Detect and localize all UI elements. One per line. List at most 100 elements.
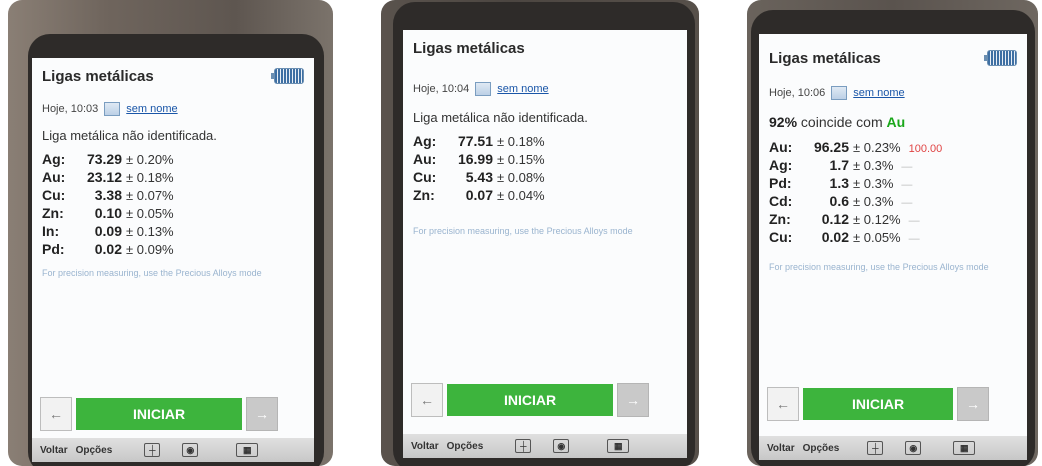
element-value: 16.99	[457, 151, 493, 167]
battery-icon	[271, 68, 304, 84]
composition-row: Cu: 0.02 ± 0.05% —	[769, 228, 942, 246]
bottom-toolbar: Voltar Opções ┼ ◉ ▦	[759, 436, 1027, 460]
composition-row: Au: 96.25 ± 0.23% 100.00	[769, 138, 942, 156]
measurement-time: Hoje, 10:06	[769, 87, 826, 99]
spectrum-thumbnail-icon[interactable]	[831, 86, 848, 100]
keyboard-icon[interactable]: ▦	[953, 441, 976, 455]
precision-note: For precision measuring, use the Preciou…	[42, 268, 262, 278]
alloy-status: Liga metálica não identificada.	[42, 128, 217, 143]
element-error: ± 0.3%	[853, 194, 894, 209]
next-arrow-button[interactable]: →	[617, 383, 649, 417]
element-symbol: Au:	[42, 169, 66, 185]
start-button[interactable]: INICIAR	[803, 388, 953, 420]
composition-row: Cu: 5.43 ± 0.08%	[413, 168, 545, 186]
spectrum-thumbnail-icon[interactable]	[475, 82, 492, 96]
composition-row: Ag: 73.29 ± 0.20%	[42, 150, 174, 168]
sample-name-link[interactable]: sem nome	[497, 83, 548, 95]
bottom-toolbar: Voltar Opções ┼ ◉ ▦	[32, 438, 314, 462]
element-symbol: Cd:	[769, 193, 793, 209]
element-error: ± 0.12%	[853, 212, 901, 227]
composition-row: Cd: 0.6 ± 0.3% —	[769, 192, 942, 210]
action-bar: ← INICIAR →	[40, 394, 278, 434]
element-value: 0.6	[829, 193, 849, 209]
precision-note: For precision measuring, use the Preciou…	[769, 262, 989, 272]
element-error: ± 0.05%	[126, 206, 174, 221]
element-symbol: Pd:	[42, 241, 65, 257]
element-value: 96.25	[813, 139, 849, 155]
voltar-button[interactable]: Voltar	[767, 443, 795, 454]
element-error: ± 0.18%	[497, 134, 545, 149]
element-error: ± 0.13%	[126, 224, 174, 239]
next-arrow-button[interactable]: →	[246, 397, 278, 431]
sample-name-link[interactable]: sem nome	[126, 103, 177, 115]
keyboard-icon[interactable]: ▦	[236, 443, 259, 457]
element-symbol: Zn:	[413, 187, 435, 203]
opcoes-button[interactable]: Opções	[76, 445, 113, 456]
reference-value: —	[901, 197, 913, 209]
reference-value: 100.00	[908, 143, 943, 155]
element-symbol: Cu:	[413, 169, 437, 185]
keyboard-icon[interactable]: ▦	[607, 439, 630, 453]
camera-icon[interactable]: ◉	[553, 439, 570, 453]
back-arrow-button[interactable]: ←	[411, 383, 443, 417]
reference-value: —	[908, 233, 920, 245]
composition-row: Au: 16.99 ± 0.15%	[413, 150, 545, 168]
crosshair-icon[interactable]: ┼	[144, 443, 161, 457]
element-error: ± 0.07%	[126, 188, 174, 203]
screen-title: Ligas metálicas	[42, 68, 154, 85]
element-value: 0.12	[821, 211, 849, 227]
matched-alloy: Au	[886, 114, 906, 130]
element-symbol: Au:	[413, 151, 437, 167]
opcoes-button[interactable]: Opções	[803, 443, 840, 454]
alloy-status: Liga metálica não identificada.	[413, 110, 588, 125]
reference-value: —	[901, 179, 913, 191]
element-error: ± 0.3%	[853, 158, 894, 173]
reference-value: —	[908, 215, 920, 227]
composition-row: Cu: 3.38 ± 0.07%	[42, 186, 174, 204]
measurement-time: Hoje, 10:04	[413, 83, 470, 95]
crosshair-icon[interactable]: ┼	[867, 441, 884, 455]
composition-row: Pd: 1.3 ± 0.3% —	[769, 174, 942, 192]
composition-row: Pd: 0.02 ± 0.09%	[42, 240, 174, 258]
element-value: 0.09	[94, 223, 122, 239]
element-error: ± 0.05%	[853, 230, 901, 245]
sample-name-link[interactable]: sem nome	[853, 87, 904, 99]
start-button[interactable]: INICIAR	[76, 398, 242, 430]
camera-icon[interactable]: ◉	[905, 441, 922, 455]
voltar-button[interactable]: Voltar	[411, 441, 439, 452]
device-screen: Ligas metálicas Hoje, 10:06 sem nome 92%…	[759, 34, 1027, 460]
element-symbol: In:	[42, 223, 60, 239]
action-bar: ← INICIAR →	[411, 380, 649, 420]
voltar-button[interactable]: Voltar	[40, 445, 68, 456]
spectrum-thumbnail-icon[interactable]	[104, 102, 121, 116]
date-line: Hoje, 10:06 sem nome	[769, 86, 905, 100]
element-value: 0.02	[821, 229, 849, 245]
photo-panel-2: Ligas metálicas Hoje, 10:04 sem nome Lig…	[381, 0, 699, 466]
element-value: 3.38	[94, 187, 122, 203]
back-arrow-button[interactable]: ←	[40, 397, 72, 431]
reference-value: —	[901, 161, 913, 173]
precision-note: For precision measuring, use the Preciou…	[413, 226, 633, 236]
back-arrow-button[interactable]: ←	[767, 387, 799, 421]
element-symbol: Ag:	[413, 133, 437, 149]
crosshair-icon[interactable]: ┼	[515, 439, 532, 453]
opcoes-button[interactable]: Opções	[447, 441, 484, 452]
match-status: 92% coincide com Au	[769, 114, 905, 130]
element-symbol: Au:	[769, 139, 793, 155]
screen-title: Ligas metálicas	[413, 40, 525, 57]
composition-row: Zn: 0.07 ± 0.04%	[413, 186, 545, 204]
date-line: Hoje, 10:04 sem nome	[413, 82, 549, 96]
next-arrow-button[interactable]: →	[957, 387, 989, 421]
camera-icon[interactable]: ◉	[182, 443, 199, 457]
element-error: ± 0.3%	[853, 176, 894, 191]
screen-title: Ligas metálicas	[769, 50, 881, 67]
element-value: 73.29	[86, 151, 122, 167]
photo-panel-1: Ligas metálicas Hoje, 10:03 sem nome Lig…	[8, 0, 333, 466]
measurement-time: Hoje, 10:03	[42, 103, 99, 115]
date-line: Hoje, 10:03 sem nome	[42, 102, 178, 116]
composition-row: Ag: 77.51 ± 0.18%	[413, 132, 545, 150]
composition-list: Ag: 77.51 ± 0.18% Au: 16.99 ± 0.15% Cu: 5.43 ±…	[413, 132, 545, 204]
start-button[interactable]: INICIAR	[447, 384, 613, 416]
composition-row: In: 0.09 ± 0.13%	[42, 222, 174, 240]
element-symbol: Ag:	[42, 151, 66, 167]
